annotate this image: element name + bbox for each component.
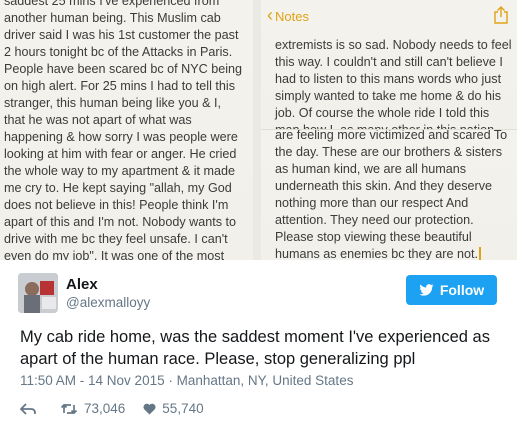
reply-icon[interactable] xyxy=(20,402,36,415)
retweet-icon xyxy=(60,403,78,414)
note-line: looking at him with fear or anger. He cr… xyxy=(4,147,237,161)
follow-label: Follow xyxy=(439,282,485,298)
note-line: job. Of course the whole ride I told thi… xyxy=(275,106,490,120)
note-line: extremists is so sad. Nobody needs to fe… xyxy=(275,38,512,52)
note-line: apart of this and I'm not. Nobody wants … xyxy=(4,215,237,229)
note-last-line: humans as enemies bc they are not. xyxy=(275,247,479,260)
avatar-image xyxy=(18,273,58,313)
note-line: are feeling more victimized and scared T… xyxy=(275,130,508,142)
note-screenshot-right-bottom: are feeling more victimized and scared T… xyxy=(261,130,517,260)
note-line: stranger, this human being like you & I, xyxy=(4,96,222,110)
note-line: happening & how sorry I was people were xyxy=(4,130,238,144)
note-left-text: saddest 25 mins I've experienced from an… xyxy=(4,0,249,260)
avatar[interactable] xyxy=(18,273,58,313)
note-line: attention. They need our protection. xyxy=(275,213,474,227)
note-line: the whole way to my apartment & it made xyxy=(4,164,235,178)
note-line: man how I, as many other in this nation xyxy=(275,123,495,130)
screenshot-divider xyxy=(253,0,261,260)
heart-icon xyxy=(143,403,156,414)
notes-screenshots: saddest 25 mins I've experienced from an… xyxy=(0,0,517,260)
note-screenshot-right-top: ‹ Notes extremists is so sad. Nobody nee… xyxy=(261,0,517,130)
twitter-bird-icon xyxy=(419,284,434,296)
chevron-left-icon: ‹ xyxy=(267,5,273,25)
note-line: underneath this skin. And they deserve xyxy=(275,179,493,193)
notes-back-button[interactable]: ‹ Notes xyxy=(267,5,309,25)
tweet-author-handle[interactable]: @alexmalloyy xyxy=(66,295,150,310)
note-line: that he was not apart of what was xyxy=(4,113,192,127)
note-line: drive with me bc they feel unsafe. I can… xyxy=(4,232,228,246)
note-line: me cry to. He kept saying "allah, my God xyxy=(4,181,232,195)
follow-button[interactable]: Follow xyxy=(406,275,497,305)
tweet-author-name[interactable]: Alex xyxy=(66,276,98,293)
note-line: on high alert. For 25 mins I had to tell… xyxy=(4,79,236,93)
note-line: humans as enemies bc they are not. xyxy=(275,246,511,260)
note-line: another human being. This Muslim cab xyxy=(4,11,221,25)
retweet-action[interactable]: 73,046 xyxy=(60,401,125,416)
note-line: the day. These are our brothers & sister… xyxy=(275,145,503,159)
note-line: nothing more than our respect And xyxy=(275,196,469,210)
note-line: 2 hours tonight bc of the Attacks in Par… xyxy=(4,45,233,59)
tweet-timestamp[interactable]: 11:50 AM - 14 Nov 2015 · Manhattan, NY, … xyxy=(20,373,353,388)
note-right-top-text: extremists is so sad. Nobody needs to fe… xyxy=(275,37,512,130)
notes-nav-bar: ‹ Notes xyxy=(261,0,517,30)
note-line: Please stop viewing these beautiful xyxy=(275,230,472,244)
note-line: had to listen to this mans words who jus… xyxy=(275,72,502,86)
note-screenshot-left: saddest 25 mins I've experienced from an… xyxy=(0,0,253,260)
like-count: 55,740 xyxy=(162,401,204,416)
tweet-actions: 73,046 55,740 xyxy=(20,401,204,416)
tweet-text: My cab ride home, was the saddest moment… xyxy=(20,328,490,368)
like-action[interactable]: 55,740 xyxy=(143,401,204,416)
note-line: even do my job". It was one of the most xyxy=(4,249,225,260)
note-line: does not believe in this! People think I… xyxy=(4,198,229,212)
note-line: as human kind, we are all humans xyxy=(275,162,467,176)
note-line: People have been scared bc of NYC being xyxy=(4,62,243,76)
note-line: simply wanted to take me home & do his xyxy=(275,89,502,103)
notes-back-label: Notes xyxy=(275,9,309,24)
note-line: driver said I was his 1st customer the p… xyxy=(4,28,239,42)
share-icon[interactable] xyxy=(493,6,509,24)
text-cursor xyxy=(479,247,482,260)
retweet-count: 73,046 xyxy=(84,401,126,416)
note-right-bottom-text: are feeling more victimized and scared T… xyxy=(275,130,511,260)
note-line: saddest 25 mins I've experienced from xyxy=(4,0,220,8)
note-line: this way. I couldn't and still can't bel… xyxy=(275,55,503,69)
